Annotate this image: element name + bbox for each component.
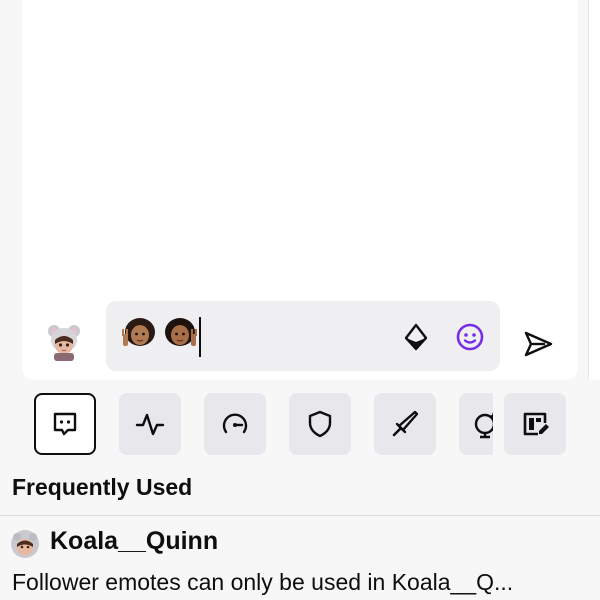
channel-name: Koala__Quinn [50, 527, 219, 555]
follower-emotes-notice: Follower emotes can only be used in Koal… [12, 569, 514, 595]
peace-sign-girl-emote [120, 316, 160, 358]
speedometer-icon[interactable] [204, 393, 266, 455]
bits-diamond-icon[interactable] [401, 322, 431, 352]
side-panel-edge [588, 0, 600, 380]
user-avatar-icon[interactable] [46, 322, 82, 362]
smiley-face-icon[interactable] [455, 322, 485, 352]
sword-icon[interactable] [374, 393, 436, 455]
peace-sign-girl-emote [160, 316, 200, 358]
section-title: Frequently Used [12, 474, 193, 500]
edit-board-icon[interactable] [504, 393, 566, 455]
chat-icon[interactable] [34, 393, 96, 455]
text-cursor [199, 317, 201, 357]
shield-icon[interactable] [289, 393, 351, 455]
send-arrow-icon[interactable] [521, 327, 555, 361]
chat-input[interactable] [106, 301, 500, 371]
activity-icon[interactable] [119, 393, 181, 455]
channel-avatar-icon [10, 529, 40, 559]
globe-sparkle-icon[interactable] [459, 393, 493, 455]
section-divider [0, 515, 600, 516]
